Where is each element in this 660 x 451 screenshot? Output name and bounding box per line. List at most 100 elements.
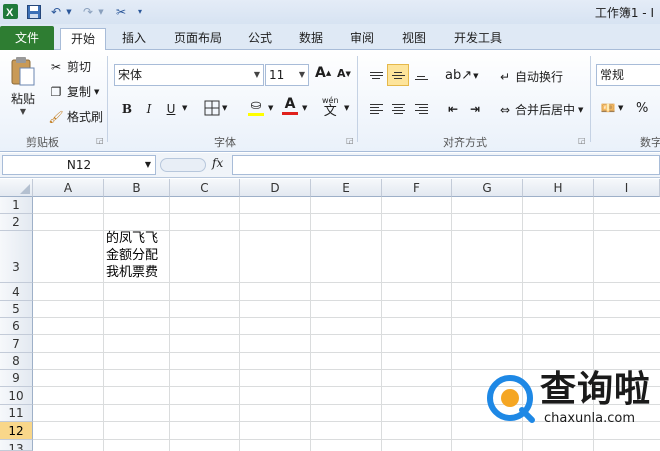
row-header-13[interactable]: 13 — [0, 440, 33, 451]
tools-icon[interactable]: ✂ — [112, 3, 130, 20]
tab-data[interactable]: 数据 — [291, 28, 331, 50]
font-size-combo[interactable]: 11 ▼ — [265, 64, 309, 86]
row-header-2[interactable]: 2 — [0, 214, 33, 231]
cut-button[interactable]: ✂ 剪切 — [48, 58, 91, 75]
row-header-5[interactable]: 5 — [0, 301, 33, 318]
paste-icon — [11, 57, 35, 86]
row-header-4[interactable]: 4 — [0, 283, 33, 301]
column-header-e[interactable]: E — [311, 179, 382, 197]
copy-button[interactable]: ❐ 复制 ▼ — [48, 83, 100, 100]
underline-button[interactable]: U — [160, 98, 182, 120]
chevron-down-icon: ▼ — [222, 104, 228, 112]
merge-center-button[interactable]: ⇔ 合并后居中 ▼ — [497, 101, 583, 118]
save-icon[interactable] — [26, 3, 42, 20]
redo-icon[interactable]: ↷ — [80, 3, 96, 20]
align-bottom-icon — [414, 76, 428, 80]
align-center-button[interactable] — [387, 98, 409, 120]
align-top-button[interactable] — [365, 64, 387, 86]
currency-button[interactable]: 💴 ▼ — [600, 100, 624, 116]
grow-font-button[interactable]: A ▲ — [315, 65, 331, 81]
align-middle-button[interactable] — [387, 64, 409, 86]
italic-button[interactable]: I — [138, 98, 160, 120]
clipboard-launcher-icon[interactable]: ◲ — [96, 136, 104, 145]
row-header-7[interactable]: 7 — [0, 335, 33, 353]
align-top-icon — [369, 71, 383, 79]
column-header-b[interactable]: B — [104, 179, 170, 197]
column-header-i[interactable]: I — [594, 179, 660, 197]
undo-icon[interactable]: ↶ — [48, 3, 64, 20]
ribbon-tabs: 文件 开始 插入 页面布局 公式 数据 审阅 视图 开发工具 — [0, 24, 660, 51]
number-format-combo[interactable]: 常规 — [596, 64, 660, 86]
align-right-button[interactable] — [410, 98, 432, 120]
name-box[interactable]: N12 ▼ — [2, 155, 156, 175]
align-bottom-button[interactable] — [410, 64, 432, 86]
tab-insert[interactable]: 插入 — [114, 28, 154, 50]
tab-view[interactable]: 视图 — [394, 28, 434, 50]
number-group-label: 数字 — [640, 136, 660, 149]
merge-center-label: 合并后居中 — [515, 103, 576, 117]
select-all-button[interactable] — [0, 179, 33, 197]
bold-button[interactable]: B — [116, 98, 138, 120]
watermark-url: chaxunla.com — [544, 411, 635, 426]
fill-dropdown-icon[interactable]: ▼ — [268, 104, 273, 112]
orientation-button[interactable]: ab↗ ▼ — [445, 68, 479, 83]
shrink-font-button[interactable]: A ▼ — [337, 67, 351, 80]
ribbon: 粘贴 ▼ ✂ 剪切 ❐ 复制 ▼ 🖌 格式刷 剪贴板 ◲ 宋体 ▼ 11 ▼ A… — [0, 50, 660, 152]
phonetic-dropdown-icon[interactable]: ▼ — [344, 104, 349, 112]
wrap-text-label: 自动换行 — [515, 70, 564, 84]
align-left-button[interactable] — [365, 98, 387, 120]
font-name-combo[interactable]: 宋体 ▼ — [114, 64, 264, 86]
row-header-3[interactable]: 3 — [0, 231, 33, 283]
percent-button[interactable]: % — [636, 101, 648, 116]
gridline — [33, 352, 660, 353]
fill-color-button[interactable]: ⛀ — [248, 98, 264, 116]
row-header-9[interactable]: 9 — [0, 370, 33, 387]
row-header-6[interactable]: 6 — [0, 318, 33, 335]
tab-file[interactable]: 文件 — [0, 26, 54, 50]
formula-splitter[interactable] — [160, 158, 206, 172]
tab-page-layout[interactable]: 页面布局 — [166, 28, 230, 50]
format-painter-button[interactable]: 🖌 格式刷 — [48, 108, 103, 125]
insert-function-button[interactable]: fx — [212, 156, 223, 170]
row-header-8[interactable]: 8 — [0, 353, 33, 370]
borders-button[interactable]: ▼ — [204, 100, 227, 116]
divider — [590, 56, 591, 142]
cell-text-line: 金额分配 — [106, 248, 159, 263]
increase-indent-button[interactable]: ⇥ — [464, 98, 486, 120]
underline-dropdown-icon[interactable]: ▼ — [182, 104, 187, 112]
font-color-dropdown-icon[interactable]: ▼ — [302, 104, 307, 112]
font-launcher-icon[interactable]: ◲ — [346, 136, 354, 145]
column-header-c[interactable]: C — [170, 179, 240, 197]
tab-formulas[interactable]: 公式 — [240, 28, 280, 50]
phonetic-button[interactable]: wén 文 — [322, 97, 339, 119]
font-color-button[interactable]: A — [282, 96, 298, 115]
row-header-12[interactable]: 12 — [0, 422, 33, 440]
gridline — [33, 439, 660, 440]
cell-b3[interactable]: 的凤飞飞 金额分配 我机票费 — [106, 230, 170, 281]
row-header-1[interactable]: 1 — [0, 197, 33, 214]
alignment-launcher-icon[interactable]: ◲ — [578, 136, 586, 145]
formula-input[interactable] — [232, 155, 660, 175]
tab-developer[interactable]: 开发工具 — [446, 28, 510, 50]
column-header-a[interactable]: A — [33, 179, 104, 197]
number-format-value: 常规 — [600, 68, 625, 82]
window-title: 工作簿1 - I — [594, 6, 654, 20]
paste-button[interactable]: 粘贴 ▼ — [6, 56, 40, 124]
paint-bucket-icon: ⛀ — [250, 98, 262, 113]
borders-icon — [204, 100, 220, 116]
redo-dropdown-icon[interactable]: ▼ — [96, 3, 106, 20]
tab-home[interactable]: 开始 — [60, 28, 106, 51]
row-header-10[interactable]: 10 — [0, 387, 33, 405]
row-header-11[interactable]: 11 — [0, 405, 33, 422]
wrap-text-icon: ↵ — [499, 69, 511, 84]
customize-qat-icon[interactable]: ▾ — [134, 3, 146, 20]
column-header-f[interactable]: F — [382, 179, 452, 197]
column-header-g[interactable]: G — [452, 179, 523, 197]
name-box-value: N12 — [66, 158, 92, 172]
undo-dropdown-icon[interactable]: ▼ — [64, 3, 74, 20]
column-header-d[interactable]: D — [240, 179, 311, 197]
decrease-indent-button[interactable]: ⇤ — [442, 98, 464, 120]
column-header-h[interactable]: H — [523, 179, 594, 197]
tab-review[interactable]: 审阅 — [342, 28, 382, 50]
wrap-text-button[interactable]: ↵ 自动换行 — [497, 68, 563, 85]
